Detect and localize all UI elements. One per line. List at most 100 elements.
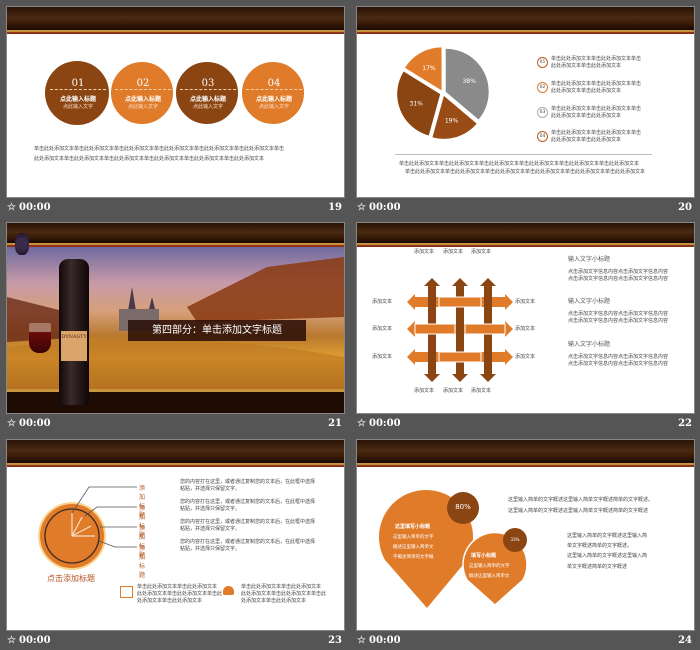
drop-text-line: 这里输入简单的文字	[469, 564, 510, 569]
legend-text: 单击此处添加文本单击此处添加文本单击	[551, 106, 642, 112]
circle-number: 04	[246, 78, 302, 90]
legend-number: 03	[537, 107, 548, 118]
pie-slice-label: 19%	[445, 118, 459, 125]
arrow-label-right: 添加文本	[515, 354, 536, 360]
slide-number: 20	[678, 202, 692, 213]
note-text: 此处添加文本单击此处添加文本单击此	[137, 591, 223, 597]
small-percent: 33%	[510, 537, 520, 542]
legend-text: 单击此处添加文本单击此处添加文本单击	[551, 56, 642, 62]
arrow-label-left: 添加文本	[372, 326, 393, 332]
note-2: 单击此处添加文本单击此处添加文本 此处添加文本单击此处添加文本单击此 处添加文本…	[241, 584, 326, 605]
drop-text-line: 概述这里输入简单文	[393, 545, 434, 550]
drop-text-line: 这里输入简单的文字	[393, 535, 434, 540]
body-text-line: 单击此处添加文本单击此处添加文本单击此处添加文本单击此处添加文本单击此处添加文本…	[34, 146, 285, 152]
side-text-line: 这里输入简单的文字概述这里输入简	[567, 553, 648, 559]
block-text: 点击添加文字信息内容点击添加文字信息内容	[568, 269, 669, 275]
slide-thumbnail-21[interactable]: DYNASTY 第四部分：单击添加文字标题	[6, 222, 345, 414]
note-text: 处添加文本单击此处添加文本	[241, 598, 307, 604]
text-block-3: 输入文字小标题 点击添加文字信息内容点击添加文字信息内容 点击添加文字信息内容点…	[568, 341, 668, 368]
side-text-line: 单文字概述简单的文字概述	[567, 564, 628, 570]
slide-thumbnail-20[interactable]: 38% 19% 31% 17% 01 单击此处添加文本单击此处添加文本单击 此处添加文…	[356, 6, 695, 198]
pie-slice-label: 31%	[410, 101, 424, 108]
circle-title: 点此输入标题	[189, 96, 226, 103]
legend-text: 此处添加文本单击此处添加文本	[551, 63, 622, 69]
item-text: 您的内容打在这里，或者通过复制您的文本后，在此框中选择	[180, 519, 316, 525]
big-percent: 80%	[455, 503, 471, 511]
text-block-2: 输入文字小标题 点击添加文字信息内容点击添加文字信息内容 点击添加文字信息内容点…	[568, 298, 668, 325]
slide-thumbnail-23[interactable]: 添加标题 您的内容打在这里，或者通过复制您的文本后，在此框中选择 粘贴，并选择只…	[6, 439, 345, 631]
gold-line	[7, 389, 344, 392]
side-text-line: 这里输入简单的文字概述这里输入简	[567, 533, 648, 539]
item-text: 粘贴，并选择只保留文字。	[180, 526, 241, 532]
item-label: 添加标题	[139, 545, 146, 579]
arrow-label-top: 添加文本	[471, 249, 492, 255]
note-text: 处添加文本单击此处添加文本	[137, 598, 203, 604]
legend-text: 此处添加文本单击此处添加文本	[551, 137, 622, 143]
note-1: 单击此处添加文本单击此处添加文本 此处添加文本单击此处添加文本单击此 处添加文本…	[137, 584, 222, 605]
star-outline-icon[interactable]: ☆	[357, 418, 366, 429]
block-title: 输入文字小标题	[568, 256, 611, 263]
circle-subtitle: 点此输入文字	[192, 104, 223, 110]
slide-timing: 00:00	[369, 202, 401, 213]
star-outline-icon[interactable]: ☆	[7, 202, 16, 213]
body-text-line: 单击此处添加文本单击此处添加文本单击此处添加文本单击此处添加文本单击此处添加文本…	[405, 169, 646, 175]
slide-number: 23	[328, 635, 342, 646]
item-text: 粘贴，并选择只保留文字。	[180, 506, 241, 512]
person-icon	[223, 586, 234, 595]
circle-text-02: 02 点此输入标题 点此输入文字	[115, 78, 171, 110]
small-drop-text: 这里输入简单的文字 概述这里输入简单文	[469, 562, 510, 582]
slide-footer-23: ☆ 00:00 23	[7, 635, 344, 649]
bottle-label: DYNASTY	[61, 331, 87, 361]
divider	[395, 154, 652, 155]
slide-footer-24: ☆ 00:00 24	[357, 635, 694, 649]
slide-number: 19	[328, 202, 342, 213]
item-text: 您的内容打在这里，或者通过复制您的文本后，在此框中选择	[180, 499, 316, 505]
slide-timing: 00:00	[369, 635, 401, 646]
star-outline-icon[interactable]: ☆	[7, 635, 16, 646]
slide-number: 24	[678, 635, 692, 646]
item-text: 您的内容打在这里，或者通过复制您的文本后，在此框中选择	[180, 539, 316, 545]
star-outline-icon[interactable]: ☆	[7, 418, 16, 429]
documents-icon	[120, 586, 133, 598]
legend-number: 02	[537, 82, 548, 93]
block-text: 点击添加文字信息内容点击添加文字信息内容	[568, 311, 669, 317]
legend-text: 单击此处添加文本单击此处添加文本单击	[551, 130, 642, 136]
slide-timing: 00:00	[369, 418, 401, 429]
slide-thumbnail-19[interactable]: 01 点此输入标题 点此输入文字 02 点此输入标题 点此输入文字 03 点此输…	[6, 6, 345, 198]
slide-thumbnail-24[interactable]: 80% 33% 这里填写小标题 这里输入简单的文字 概述这里输入简单文 字概述简…	[356, 439, 695, 631]
pie-slice-label: 38%	[462, 78, 476, 85]
circle-text-04: 04 点此输入标题 点此输入文字	[246, 78, 302, 110]
star-outline-icon[interactable]: ☆	[357, 635, 366, 646]
arrow-label-left: 添加文本	[372, 354, 393, 360]
circle-text-01: 01 点此输入标题 点此输入文字	[50, 78, 106, 110]
slide-timing: 00:00	[19, 635, 51, 646]
star-outline-icon[interactable]: ☆	[357, 202, 366, 213]
item-text: 粘贴，并选择只保留文字。	[180, 546, 241, 552]
slide-footer-22: ☆ 00:00 22	[357, 418, 694, 432]
arrow-label-right: 添加文本	[515, 326, 536, 332]
circle-number: 01	[50, 78, 106, 90]
circle-title: 点此输入标题	[124, 96, 161, 103]
drop-text-line: 概述这里输入简单文	[469, 574, 510, 579]
circle-number: 02	[115, 78, 171, 90]
slide-footer-20: ☆ 00:00 20	[357, 202, 694, 216]
arrow-label-top: 添加文本	[443, 249, 464, 255]
circle-subtitle: 点此输入文字	[62, 104, 93, 110]
slide-thumbnail-22[interactable]: 添加文本 添加文本 添加文本 添加文本 添加文本 添加文本 添加文本 添加文本 …	[356, 222, 695, 414]
circle-title: 点此输入标题	[255, 96, 292, 103]
item-text: 您的内容打在这里，或者通过复制您的文本后，在此框中选择	[180, 479, 316, 485]
landscape-shapes	[7, 257, 344, 390]
block-title: 输入文字小标题	[568, 298, 611, 305]
slide-number: 21	[328, 418, 342, 429]
legend-text: 此处添加文本单击此处添加文本	[551, 113, 622, 119]
big-drop-title: 这里填写小标题	[395, 524, 431, 530]
slide-footer-19: ☆ 00:00 19	[7, 202, 344, 216]
top-text-line: 这里输入简单的文字概述这里输入简单文字概述简单的文字概述。	[508, 497, 654, 503]
block-text: 点击添加文字信息内容点击添加文字信息内容	[568, 318, 669, 324]
legend-text: 单击此处添加文本单击此处添加文本单击	[551, 81, 642, 87]
legend-text: 此处添加文本单击此处添加文本	[551, 88, 622, 94]
slide-footer-21: ☆ 00:00 21	[7, 418, 344, 432]
block-text: 点击添加文字信息内容点击添加文字信息内容	[568, 361, 669, 367]
arrow-label-left: 添加文本	[372, 299, 393, 305]
circle-number: 03	[180, 78, 236, 90]
